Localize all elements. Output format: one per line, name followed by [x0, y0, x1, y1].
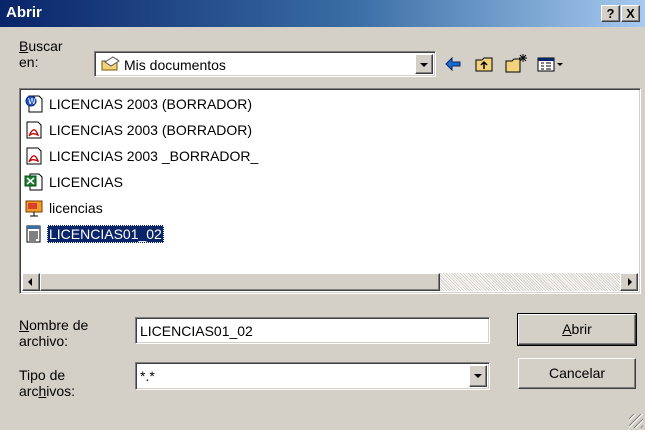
file-name: licencias	[49, 200, 103, 216]
svg-text:W: W	[28, 97, 36, 106]
lookin-dropdown-button[interactable]	[415, 54, 433, 74]
lookin-label-line1: uscar	[28, 38, 63, 54]
back-arrow-icon[interactable]	[440, 52, 466, 76]
lookin-label: Buscar en:	[19, 38, 63, 70]
filetype-label-line1: Tipo de	[19, 367, 66, 383]
new-folder-icon[interactable]	[503, 52, 529, 76]
lookin-value: Mis documentos	[124, 57, 226, 73]
filename-input[interactable]: LICENCIAS01_02	[135, 317, 490, 344]
filename-label: Nombre de archivo:	[19, 317, 89, 349]
file-list[interactable]: W LICENCIAS 2003 (BORRADOR) LICENCIAS 20…	[19, 88, 641, 294]
file-name: LICENCIAS01_02	[47, 225, 164, 243]
list-item[interactable]: licencias	[24, 198, 105, 218]
filename-value: LICENCIAS01_02	[140, 323, 253, 339]
list-item[interactable]: LICENCIAS01_02	[24, 224, 164, 244]
title-bar: Abrir ? X	[0, 0, 645, 27]
list-item[interactable]: LICENCIAS	[24, 172, 125, 192]
text-file-icon	[24, 225, 44, 243]
file-name: LICENCIAS 2003 _BORRADOR_	[49, 148, 259, 164]
cancel-button[interactable]: Cancelar	[518, 358, 636, 389]
list-item[interactable]: LICENCIAS 2003 (BORRADOR)	[24, 120, 254, 140]
pdf-icon	[24, 121, 44, 139]
my-documents-icon	[101, 56, 121, 72]
help-button[interactable]: ?	[601, 5, 620, 22]
list-item[interactable]: LICENCIAS 2003 _BORRADOR_	[24, 146, 260, 166]
word-doc-icon: W	[24, 95, 44, 113]
lookin-combo[interactable]: Mis documentos	[94, 51, 436, 77]
filetype-label: Tipo de archivos:	[19, 367, 76, 399]
scroll-right-button[interactable]	[620, 273, 638, 291]
scroll-left-button[interactable]	[22, 273, 40, 291]
resize-grip[interactable]	[629, 414, 643, 428]
open-button-label: brir	[571, 321, 592, 337]
file-name: LICENCIAS 2003 (BORRADOR)	[49, 96, 253, 112]
filetype-dropdown-button[interactable]	[469, 365, 487, 387]
file-name: LICENCIAS	[49, 174, 123, 190]
horizontal-scrollbar[interactable]	[22, 273, 638, 291]
filetype-select[interactable]: *.*	[135, 362, 490, 390]
presentation-icon	[24, 199, 44, 217]
filetype-value: *.*	[140, 368, 155, 384]
scroll-thumb[interactable]	[40, 273, 440, 291]
file-name: LICENCIAS 2003 (BORRADOR)	[49, 122, 253, 138]
lookin-label-line2: en:	[19, 54, 39, 70]
list-item[interactable]: W LICENCIAS 2003 (BORRADOR)	[24, 94, 254, 114]
excel-icon	[24, 173, 44, 191]
filename-label-line2: archivo:	[19, 333, 69, 349]
pdf-icon	[24, 147, 44, 165]
up-folder-icon[interactable]	[472, 52, 498, 76]
view-menu-icon[interactable]	[535, 52, 565, 76]
open-button[interactable]: Abrir	[517, 313, 637, 346]
filename-label-line1: ombre de	[29, 317, 89, 333]
window-title: Abrir	[6, 4, 42, 21]
close-button[interactable]: X	[621, 5, 640, 22]
